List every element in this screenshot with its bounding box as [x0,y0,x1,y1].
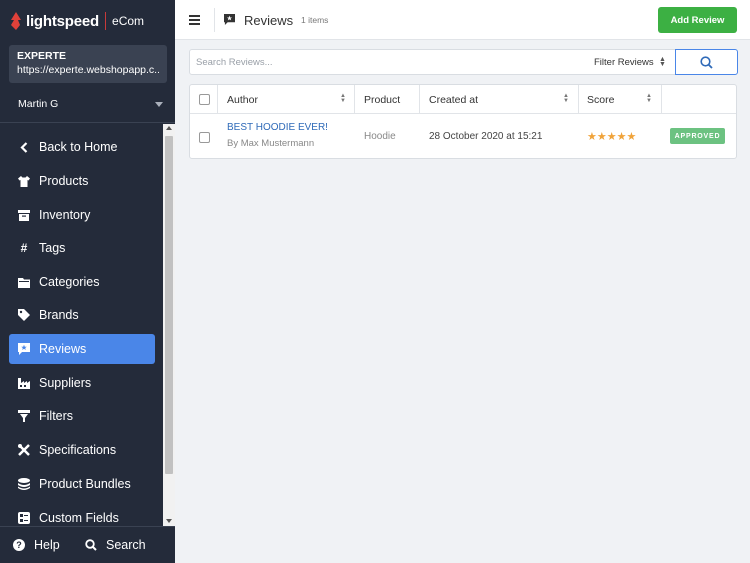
search-icon [700,55,713,69]
filter-reviews-select[interactable]: Filter Reviews [594,57,654,68]
author-cell: BEST HOODIE EVER! By Max Mustermann [227,122,328,149]
fields-icon [18,512,30,524]
page-title: Reviews [244,13,294,28]
filter-icon [18,410,30,422]
divider [661,85,662,114]
sidebar-item-suppliers[interactable]: Suppliers [9,368,155,398]
divider [214,8,215,32]
sidebar-item-brands[interactable]: Brands [9,300,155,330]
column-created-at[interactable]: Created at [429,85,478,114]
logo-product: eCom [112,14,145,28]
shop-url: https://experte.webshopapp.c... [17,64,159,76]
sidebar-item-products[interactable]: Products [9,166,155,196]
sidebar-item-label: Back to Home [39,140,118,154]
layers-icon [18,478,30,490]
help-icon: ? [13,539,25,551]
sidebar-item-label: Suppliers [39,376,92,390]
scroll-down-icon[interactable] [166,519,172,523]
search-input[interactable]: Search Reviews... [196,57,273,68]
topbar: Reviews 1 items Add Review [175,0,750,40]
divider [419,85,420,114]
item-count: 1 items [301,15,329,25]
review-title-link[interactable]: BEST HOODIE EVER! [227,122,328,133]
row-checkbox[interactable] [199,132,210,143]
tools-icon [18,444,30,456]
shirt-icon [18,175,30,187]
sidebar-item-label: Filters [39,409,74,423]
product-cell: Hoodie [364,131,396,142]
sidebar-search-button[interactable]: Search [72,538,146,552]
created-cell: 28 October 2020 at 15:21 [429,131,543,142]
menu-icon[interactable] [189,15,200,27]
user-menu[interactable]: Martin G [18,98,163,110]
column-author[interactable]: Author [227,85,258,114]
search-icon [85,539,97,551]
sidebar-item-filters[interactable]: Filters [9,401,155,431]
column-score[interactable]: Score [587,85,614,114]
sidebar-item-label: Reviews [39,342,87,356]
sort-icon[interactable]: ▲ ▼ [340,93,346,104]
rating-stars: ★★★★★ [587,131,637,143]
chevron-down-icon [155,101,163,107]
sort-icon[interactable]: ▲ ▼ [563,93,569,104]
divider [0,122,175,123]
sidebar-item-categories[interactable]: Categories [9,267,155,297]
review-icon [224,14,235,25]
help-button[interactable]: ? Help [0,538,72,552]
sidebar-item-label: Categories [39,275,100,289]
sidebar-item-product-bundles[interactable]: Product Bundles [9,469,155,499]
sidebar-item-label: Products [39,174,89,188]
sidebar-item-label: Product Bundles [39,477,131,491]
search-label: Search [106,538,146,552]
box-icon [18,209,30,221]
status-badge: APPROVED [670,128,725,144]
logo-name: lightspeed [26,12,100,30]
shop-switcher[interactable]: EXPERTE https://experte.webshopapp.c... [9,45,167,83]
table-header: Author ▲ ▼ Product Created at ▲ ▼ Score ▲ ▼ [190,85,736,114]
help-label: Help [34,538,60,552]
column-product: Product [364,93,401,106]
sort-icon: ▲ ▼ [659,56,666,68]
sidebar-item-label: Specifications [39,443,117,457]
review-icon [18,343,30,355]
divider [578,85,579,114]
folder-icon [18,276,30,288]
sidebar-item-label: Tags [39,241,66,255]
factory-icon [18,377,30,389]
search-button[interactable] [675,49,738,75]
sidebar-item-reviews[interactable]: Reviews [9,334,155,364]
chevron-left-icon [18,141,30,153]
sidebar-item-label: Custom Fields [39,511,119,525]
sidebar-item-label: Inventory [39,208,91,222]
logo[interactable]: lightspeed eCom [0,0,175,42]
add-review-button[interactable]: Add Review [658,7,737,33]
review-author: By Max Mustermann [227,138,315,149]
sidebar-item-back-to-home[interactable]: Back to Home [9,132,155,162]
user-name: Martin G [18,98,59,110]
search-bar: Search Reviews... Filter Reviews ▲ ▼ [189,49,738,75]
select-all-checkbox[interactable] [199,94,210,105]
sidebar-item-label: Brands [39,308,79,322]
scroll-up-icon[interactable] [166,126,172,130]
shop-name: EXPERTE [17,50,67,62]
logo-divider [105,12,107,30]
sidebar-item-inventory[interactable]: Inventory [9,200,155,230]
scrollbar-thumb[interactable] [165,136,173,474]
sort-icon[interactable]: ▲ ▼ [646,93,652,104]
tag-icon [18,309,30,321]
sidebar-footer: ? Help Search [0,526,175,563]
sidebar: lightspeed eCom EXPERTE https://experte.… [0,0,175,563]
flame-logo-icon [11,12,21,30]
sidebar-item-specifications[interactable]: Specifications [9,435,155,465]
sidebar-item-tags[interactable]: # Tags [9,233,155,263]
divider [217,85,218,114]
divider [354,85,355,114]
reviews-table: Author ▲ ▼ Product Created at ▲ ▼ Score ▲ ▼… [189,84,737,159]
sidebar-scrollbar[interactable] [163,124,175,526]
hash-icon: # [20,241,28,255]
